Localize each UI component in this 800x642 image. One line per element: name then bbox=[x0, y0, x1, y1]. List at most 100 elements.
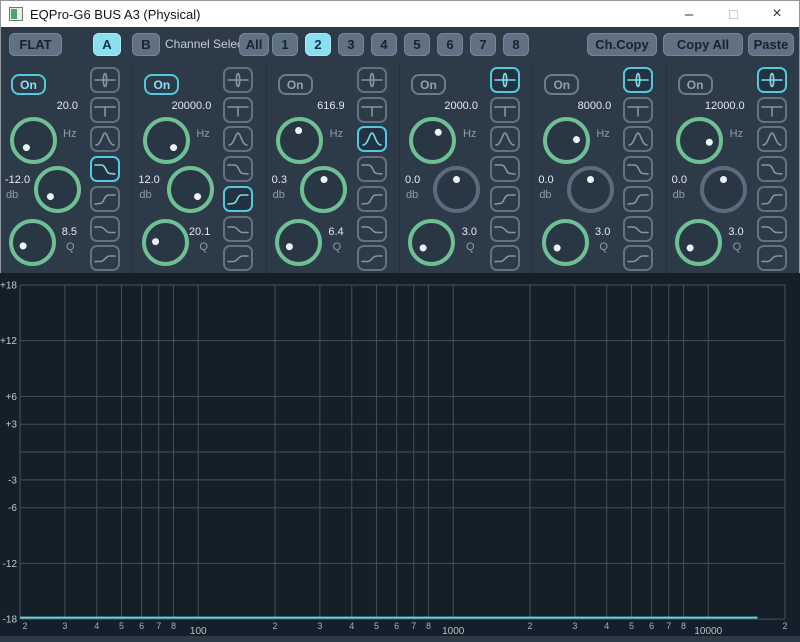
band-6-filter-bandpass-button[interactable] bbox=[757, 126, 787, 152]
band-4-filter-shelf-up-button[interactable] bbox=[490, 245, 520, 271]
band-2-filter-shelf-down-button[interactable] bbox=[223, 216, 253, 242]
channel-button-5[interactable]: 5 bbox=[404, 33, 430, 56]
toolbar: FLAT AB Channel Select: All12345678 Ch.C… bbox=[1, 27, 799, 62]
band-5-filter-notch-button[interactable] bbox=[623, 97, 653, 123]
band-6-frequency-value: 12000.0 bbox=[667, 100, 745, 112]
band-6-q-knob[interactable] bbox=[675, 219, 722, 266]
band-3-filter-notch-button[interactable] bbox=[357, 97, 387, 123]
band-2-filter-notch-button[interactable] bbox=[223, 97, 253, 123]
band-2-q-knob[interactable] bbox=[142, 219, 189, 266]
channel-button-2[interactable]: 2 bbox=[305, 33, 331, 56]
band-6-filter-notch-button[interactable] bbox=[757, 97, 787, 123]
band-3-on-button[interactable]: On bbox=[278, 74, 313, 95]
band-1-on-button[interactable]: On bbox=[11, 74, 46, 95]
band-6-filter-highpass-button[interactable] bbox=[757, 186, 787, 212]
band-1-filter-peak-button[interactable] bbox=[90, 67, 120, 93]
band-6-filter-shelf-up-button[interactable] bbox=[757, 245, 787, 271]
freq-axis-label: 7 bbox=[411, 621, 416, 631]
band-4-filter-shelf-down-button[interactable] bbox=[490, 216, 520, 242]
band-6-filter-shelf-down-button[interactable] bbox=[757, 216, 787, 242]
band-2-gain-knob[interactable] bbox=[167, 166, 214, 213]
channel-button-7[interactable]: 7 bbox=[470, 33, 496, 56]
band-1-gain-knob-indicator-rotor bbox=[29, 161, 84, 216]
band-6-frequency-knob[interactable] bbox=[676, 117, 723, 164]
band-4-q-knob[interactable] bbox=[408, 219, 455, 266]
band-3-filter-bandpass-button[interactable] bbox=[357, 126, 387, 152]
band-3-q-knob[interactable] bbox=[275, 219, 322, 266]
lowpass-filter-icon bbox=[226, 160, 250, 178]
band-3-filter-highpass-button[interactable] bbox=[357, 186, 387, 212]
band-6-on-button[interactable]: On bbox=[678, 74, 713, 95]
band-5-filter-shelf-up-button[interactable] bbox=[623, 245, 653, 271]
graph-background bbox=[0, 273, 800, 636]
band-6-gain-knob[interactable] bbox=[700, 166, 747, 213]
band-2-on-button[interactable]: On bbox=[144, 74, 179, 95]
band-5-filter-peak-button[interactable] bbox=[623, 67, 653, 93]
band-5-q-knob[interactable] bbox=[542, 219, 589, 266]
band-2-filter-bandpass-button[interactable] bbox=[223, 126, 253, 152]
band-4-filter-notch-button[interactable] bbox=[490, 97, 520, 123]
band-2-frequency-knob[interactable] bbox=[143, 117, 190, 164]
minimize-button[interactable]: – bbox=[667, 1, 711, 27]
band-5-filter-shelf-down-button[interactable] bbox=[623, 216, 653, 242]
band-4-frequency-knob[interactable] bbox=[409, 117, 456, 164]
freq-axis-label: 1000 bbox=[442, 626, 465, 637]
band-1-filter-highpass-button[interactable] bbox=[90, 186, 120, 212]
band-4-filter-highpass-button[interactable] bbox=[490, 186, 520, 212]
band-5-filter-highpass-button[interactable] bbox=[623, 186, 653, 212]
band-1-gain-knob[interactable] bbox=[34, 166, 81, 213]
channel-button-6[interactable]: 6 bbox=[437, 33, 463, 56]
band-6-filter-peak-button[interactable] bbox=[757, 67, 787, 93]
band-2-filter-lowpass-button[interactable] bbox=[223, 156, 253, 182]
channel-button-4[interactable]: 4 bbox=[371, 33, 397, 56]
band-1-filter-shelf-up-button[interactable] bbox=[90, 245, 120, 271]
band-4-filter-bandpass-button[interactable] bbox=[490, 126, 520, 152]
band-5-frequency-knob[interactable] bbox=[543, 117, 590, 164]
band-3-gain-knob[interactable] bbox=[300, 166, 347, 213]
band-1-frequency-knob[interactable] bbox=[10, 117, 57, 164]
band-1-filter-notch-button[interactable] bbox=[90, 97, 120, 123]
flat-button[interactable]: FLAT bbox=[9, 33, 62, 56]
band-5-on-button[interactable]: On bbox=[544, 74, 579, 95]
band-4-filter-lowpass-button[interactable] bbox=[490, 156, 520, 182]
shelf-up-filter-icon bbox=[493, 249, 517, 267]
band-2-gain-knob-indicator-dot bbox=[192, 191, 202, 201]
band-3-filter-shelf-down-button[interactable] bbox=[357, 216, 387, 242]
band-1-filter-lowpass-button[interactable] bbox=[90, 156, 120, 182]
band-3-filter-peak-button[interactable] bbox=[357, 67, 387, 93]
channel-button-all[interactable]: All bbox=[239, 33, 269, 56]
band-5-filter-bandpass-button[interactable] bbox=[623, 126, 653, 152]
peak-filter-icon bbox=[93, 71, 117, 89]
titlebar: EQPro-G6 BUS A3 (Physical) – × bbox=[1, 1, 799, 27]
close-button[interactable]: × bbox=[755, 1, 799, 27]
paste-button[interactable]: Paste bbox=[748, 33, 794, 56]
band-4-gain-knob[interactable] bbox=[433, 166, 480, 213]
band-3-frequency-knob[interactable] bbox=[276, 117, 323, 164]
band-4-gain-unit: db bbox=[406, 189, 418, 201]
ch-copy-button[interactable]: Ch.Copy bbox=[587, 33, 657, 56]
bandpass-filter-icon bbox=[760, 130, 784, 148]
copy-all-button[interactable]: Copy All bbox=[663, 33, 743, 56]
band-6-filter-lowpass-button[interactable] bbox=[757, 156, 787, 182]
band-4-on-button[interactable]: On bbox=[411, 74, 446, 95]
channel-button-3[interactable]: 3 bbox=[338, 33, 364, 56]
band-3-filter-lowpass-button[interactable] bbox=[357, 156, 387, 182]
band-4-filter-peak-button[interactable] bbox=[490, 67, 520, 93]
band-2-filter-peak-button[interactable] bbox=[223, 67, 253, 93]
band-2-filter-shelf-up-button[interactable] bbox=[223, 245, 253, 271]
band-1-filter-bandpass-button[interactable] bbox=[90, 126, 120, 152]
band-2-filter-highpass-button[interactable] bbox=[223, 186, 253, 212]
ab-button-a[interactable]: A bbox=[93, 33, 121, 56]
channel-button-1[interactable]: 1 bbox=[272, 33, 298, 56]
band-5-filter-lowpass-button[interactable] bbox=[623, 156, 653, 182]
band-2-q-unit: Q bbox=[199, 241, 208, 253]
band-3-filter-shelf-up-button[interactable] bbox=[357, 245, 387, 271]
band-1-filter-shelf-down-button[interactable] bbox=[90, 216, 120, 242]
band-1-q-knob[interactable] bbox=[9, 219, 56, 266]
freq-axis-label: 5 bbox=[119, 621, 124, 631]
band-6-gain-unit: db bbox=[673, 189, 685, 201]
ab-button-b[interactable]: B bbox=[132, 33, 160, 56]
band-5-gain-knob[interactable] bbox=[567, 166, 614, 213]
channel-button-8[interactable]: 8 bbox=[503, 33, 529, 56]
peak-filter-icon bbox=[760, 71, 784, 89]
